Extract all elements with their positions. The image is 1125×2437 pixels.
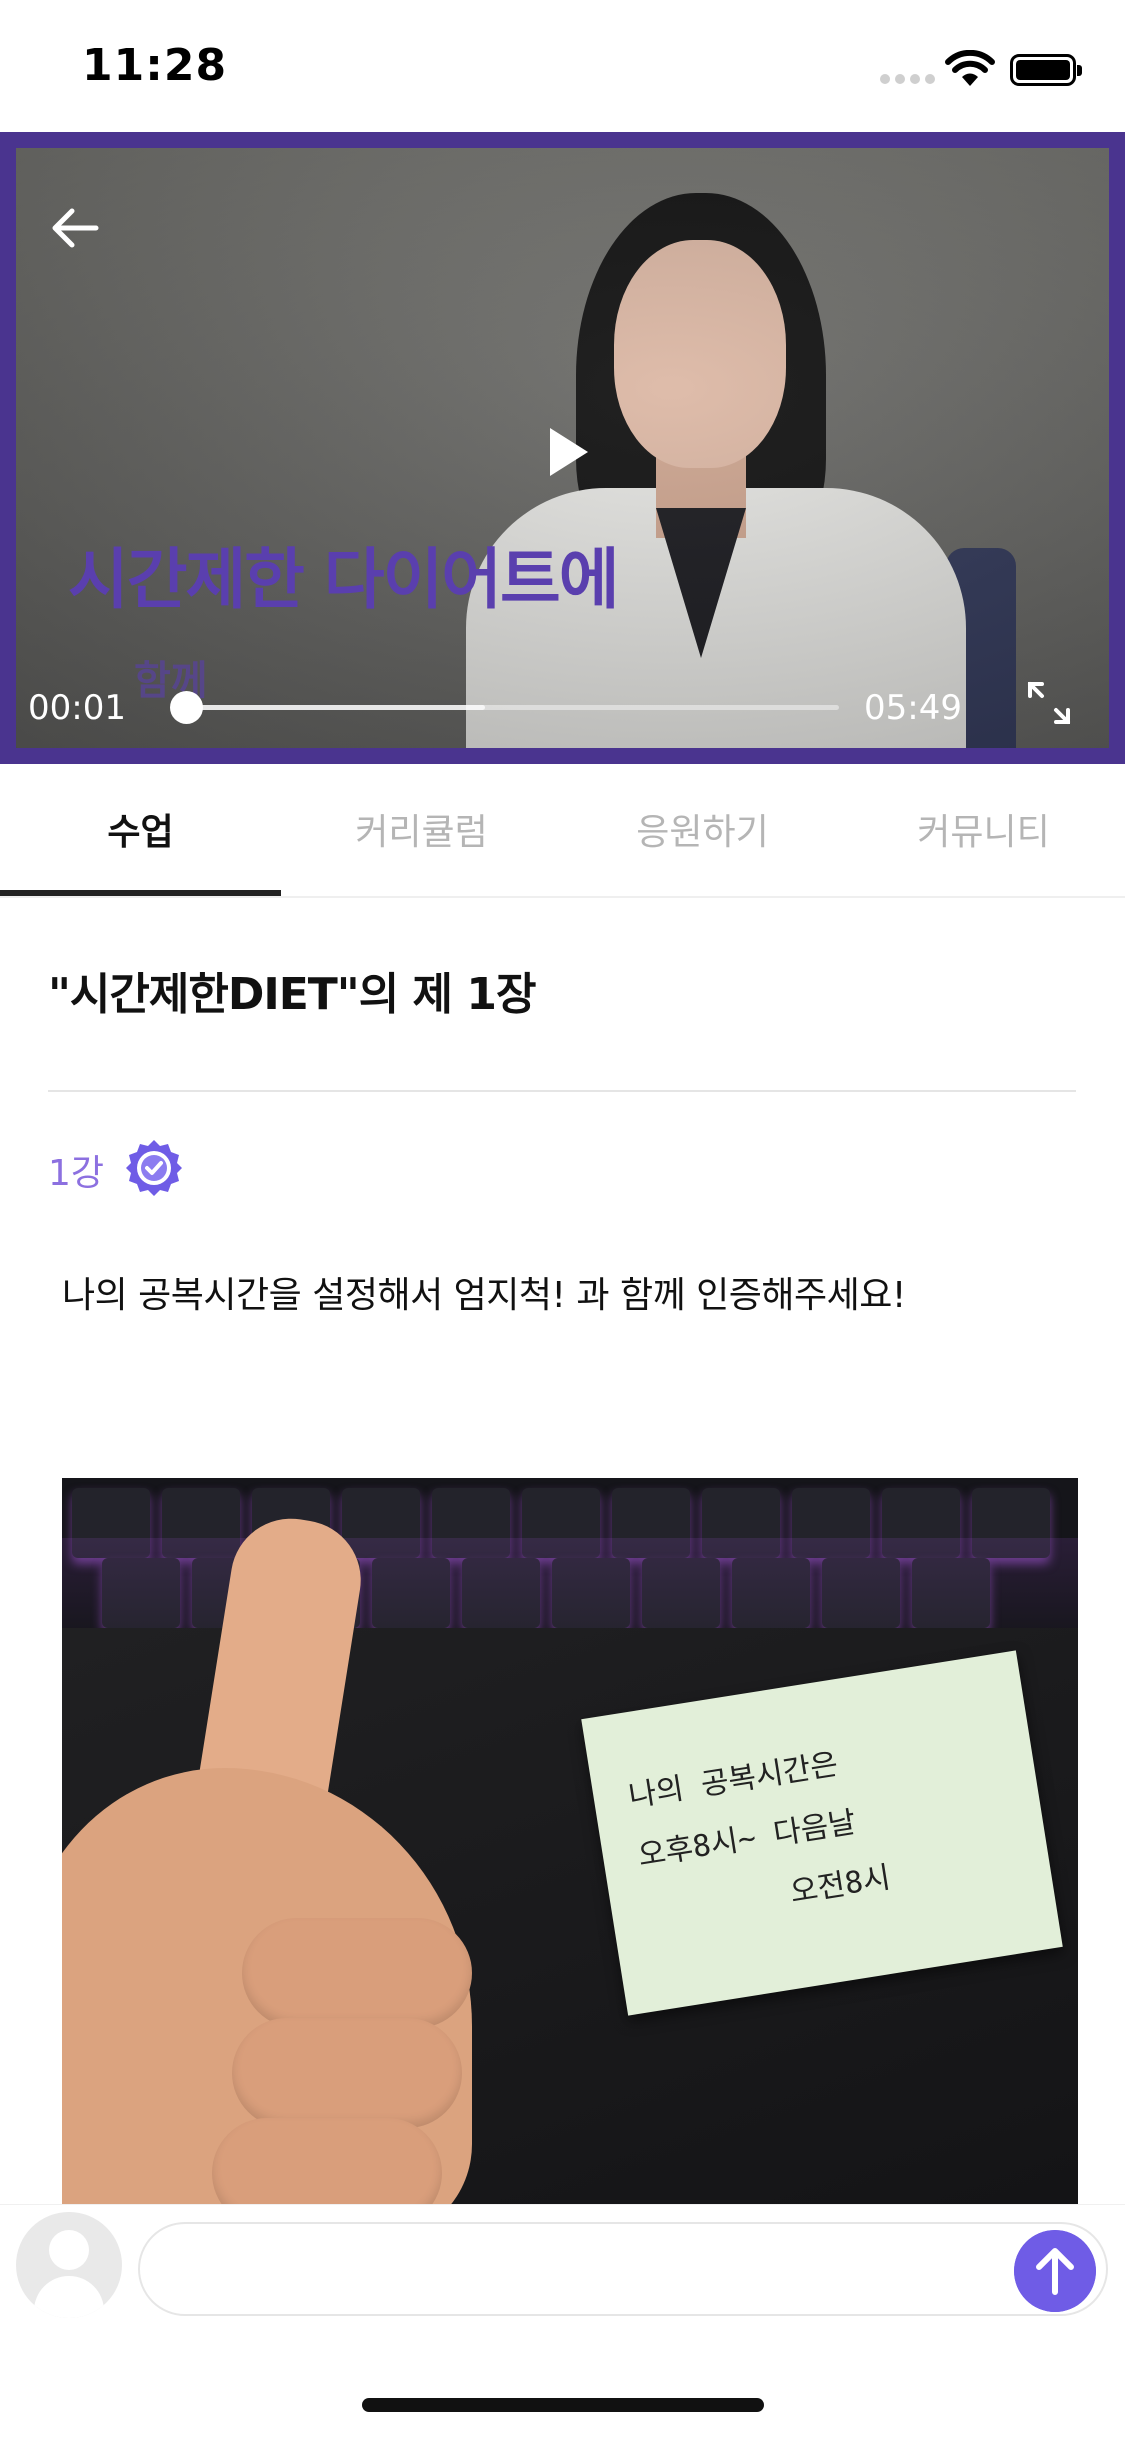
tab-bar: 수업 커리큘럼 응원하기 커뮤니티 <box>0 764 1125 898</box>
episode-label: 1강 <box>48 1153 105 1194</box>
progress-knob[interactable] <box>169 691 203 724</box>
finger <box>212 2118 442 2206</box>
current-time: 00:01 <box>28 688 126 728</box>
status-time: 11:28 <box>82 40 228 91</box>
home-indicator <box>362 2398 764 2412</box>
play-icon[interactable] <box>536 422 596 482</box>
battery-icon <box>1010 54 1082 86</box>
send-button[interactable] <box>1014 2230 1096 2312</box>
divider <box>48 1090 1076 1092</box>
finger <box>232 2018 462 2128</box>
lesson-photo: 나의 공복시간은 오후8시~ 다음날 오전8시 <box>62 1478 1078 2206</box>
sticky-note-text: 나의 공복시간은 오후8시~ 다음날 오전8시 <box>626 1746 893 1934</box>
fullscreen-icon[interactable] <box>1024 678 1074 728</box>
lesson-description: 나의 공복시간을 설정해서 엄지척! 과 함께 인증해주세요! <box>62 1275 906 1316</box>
buffered-bar <box>184 705 486 710</box>
lesson-title: "시간제한DIET"의 제 1장 <box>48 969 536 1020</box>
verified-badge-icon <box>126 1140 182 1196</box>
finger <box>242 1918 472 2028</box>
tab-cheer[interactable]: 응원하기 <box>562 764 843 894</box>
keyboard-image <box>62 1478 1078 1648</box>
active-tab-indicator <box>0 890 281 896</box>
video-player[interactable]: 시간제한 다이어트에 함께 00:01 05:49 <box>0 132 1125 764</box>
wifi-icon <box>945 50 995 86</box>
comment-input[interactable] <box>138 2222 1108 2316</box>
signal-icon <box>880 74 936 84</box>
total-time: 05:49 <box>864 688 962 728</box>
video-caption: 시간제한 다이어트에 <box>68 541 619 618</box>
status-bar: 11:28 <box>0 0 1125 132</box>
video-frame[interactable]: 시간제한 다이어트에 함께 00:01 05:49 <box>16 148 1109 748</box>
tab-curriculum[interactable]: 커리큘럼 <box>281 764 562 894</box>
back-arrow-icon[interactable] <box>46 198 106 258</box>
avatar <box>16 2212 122 2318</box>
tab-community[interactable]: 커뮤니티 <box>843 764 1124 894</box>
tab-class[interactable]: 수업 <box>0 764 281 894</box>
progress-bar[interactable] <box>169 691 839 724</box>
